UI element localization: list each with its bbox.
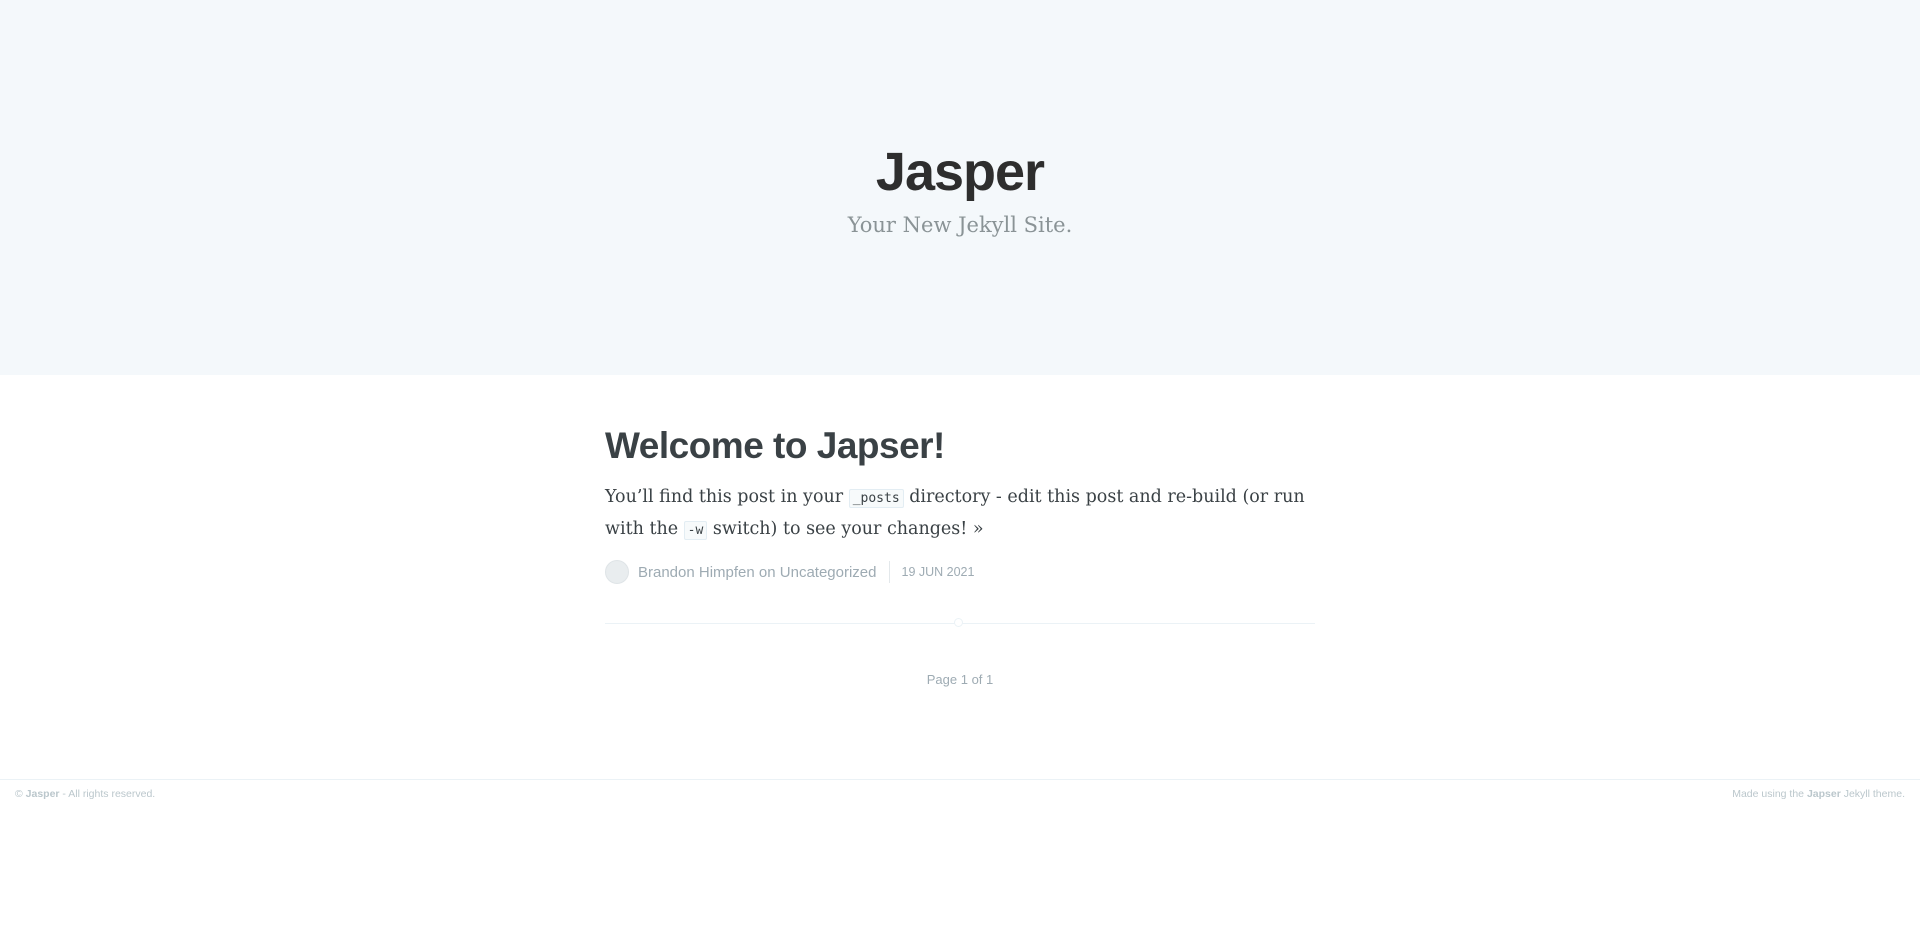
post-meta: Brandon Himpfen on Uncategorized 19 JUN …: [605, 560, 1315, 584]
theme-link[interactable]: Japser: [1807, 788, 1841, 800]
footer-site-link[interactable]: Jasper: [26, 788, 60, 800]
read-more-link[interactable]: »: [973, 519, 984, 539]
author-avatar[interactable]: [605, 560, 629, 584]
post-title[interactable]: Welcome to Japser!: [605, 420, 1315, 472]
post-excerpt: You’ll find this post in your _posts dir…: [605, 482, 1315, 546]
post-date: 19 JUN 2021: [901, 565, 975, 579]
powered-suffix: Jekyll theme.: [1840, 788, 1905, 800]
pagination: Page 1 of 1: [0, 672, 1920, 687]
site-footer: © Jasper - All rights reserved. Made usi…: [0, 779, 1920, 808]
blog-title[interactable]: Jasper: [0, 142, 1920, 202]
copyright-symbol: ©: [15, 788, 26, 800]
site-header: Jasper Your New Jekyll Site.: [0, 0, 1920, 375]
copyright-text: - All rights reserved.: [59, 788, 156, 800]
excerpt-text: switch) to see your changes!: [707, 519, 973, 539]
category-link[interactable]: Uncategorized: [780, 564, 877, 581]
powered-by: Made using the Japser Jekyll theme.: [1732, 788, 1905, 800]
author-link[interactable]: Brandon Himpfen: [638, 564, 755, 581]
excerpt-text: You’ll find this post in your: [605, 487, 849, 507]
excerpt-code-posts: _posts: [848, 489, 904, 508]
meta-separator: [888, 561, 890, 583]
page-number: Page 1 of 1: [926, 672, 994, 687]
meta-on-text: on: [754, 563, 780, 581]
post-divider: [605, 618, 1315, 627]
divider-dot: [954, 618, 963, 627]
excerpt-code-switch: -w: [683, 521, 708, 540]
blog-description: Your New Jekyll Site.: [847, 213, 1073, 237]
post-card: Welcome to Japser! You’ll find this post…: [605, 420, 1315, 584]
copyright: © Jasper - All rights reserved.: [15, 788, 155, 800]
powered-prefix: Made using the: [1732, 788, 1807, 800]
